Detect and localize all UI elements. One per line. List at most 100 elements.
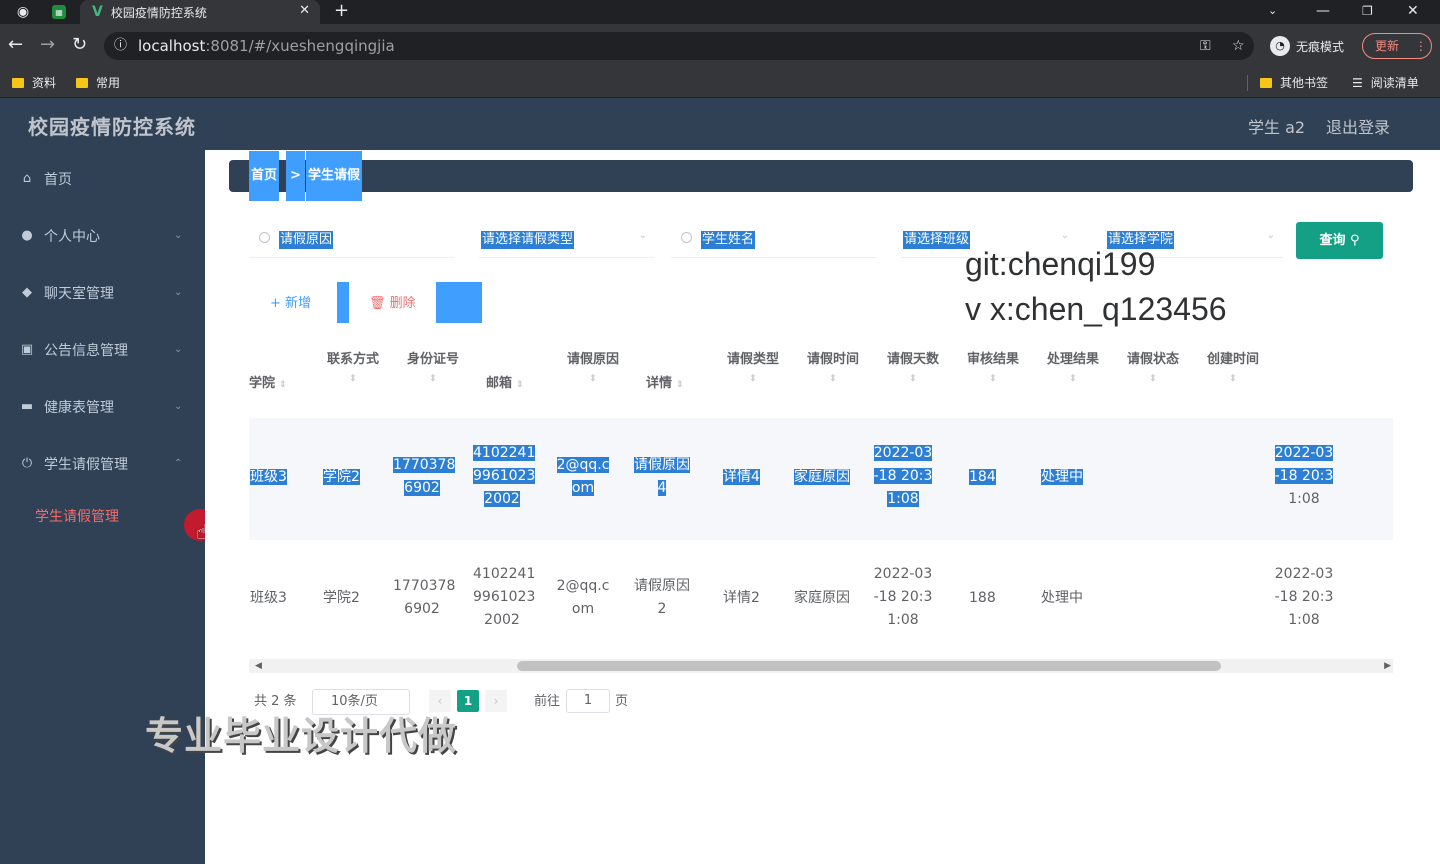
th-time[interactable]: 请假时间 ⇕ (803, 348, 863, 385)
incognito-indicator[interactable]: ◔ 无痕模式 (1270, 36, 1344, 56)
th-label: 处理结果 (1046, 352, 1099, 367)
logout-link[interactable]: 退出登录 (1326, 114, 1390, 138)
student-name-input[interactable]: 学生姓名 (671, 220, 877, 258)
th-label: 审核结果 (966, 352, 1019, 367)
cell-text: 请假原因 (634, 578, 690, 594)
sort-icon[interactable]: ⇕ (803, 373, 863, 385)
delete-button[interactable]: 🗑 删除 (369, 292, 416, 311)
update-button[interactable]: 更新 ⋮ (1362, 33, 1432, 59)
key-icon[interactable]: ⚿ (1200, 32, 1211, 60)
sidebar-item-leave[interactable]: ⏻ 学生请假管理 ⌃ (0, 435, 205, 492)
page-number-current[interactable]: 1 (457, 690, 479, 712)
sort-icon[interactable]: ⇕ (516, 380, 524, 390)
leave-type-placeholder: 请选择请假类型 (481, 231, 575, 249)
star-icon[interactable]: ☆ (1232, 32, 1245, 60)
sheet-icon[interactable]: ▦ (52, 5, 66, 19)
sidebar-subitem-leave-manage[interactable]: 学生请假管理 (0, 495, 205, 539)
th-detail[interactable]: 详情 ⇕ (646, 372, 684, 391)
sort-icon[interactable]: ⇕ (963, 373, 1023, 385)
th-idcard[interactable]: 身份证号 ⇕ (403, 348, 463, 385)
leave-type-select[interactable]: 请选择请假类型 ⌄ (479, 220, 655, 258)
globe-icon[interactable]: ◉ (14, 3, 32, 21)
forward-icon[interactable]: → (40, 34, 55, 56)
bookmark-folder[interactable]: 资料 (12, 73, 56, 93)
sort-icon[interactable]: ⇕ (1043, 373, 1103, 385)
th-status[interactable]: 请假状态 ⇕ (1123, 348, 1183, 385)
other-bookmarks[interactable]: 其他书签 (1260, 73, 1328, 93)
sort-icon[interactable]: ⇕ (563, 373, 623, 385)
cell-email: 2@qq.c om (555, 575, 611, 621)
th-audit[interactable]: 审核结果 ⇕ (963, 348, 1023, 385)
info-icon[interactable]: ⓘ (114, 32, 127, 60)
sort-icon[interactable]: ⇕ (1123, 373, 1183, 385)
th-created[interactable]: 创建时间 ⇕ (1203, 348, 1263, 385)
cell-text: 处理中 (1041, 469, 1083, 485)
cell-type: 家庭原因 (794, 590, 850, 606)
sort-icon[interactable]: ⇕ (676, 380, 684, 390)
sidebar-item-health[interactable]: ▬ 健康表管理 ⌄ (0, 378, 205, 435)
selection-block (436, 282, 482, 323)
cell-text: 2@qq.c (556, 578, 610, 594)
tab-search-icon[interactable]: ⌄ (1268, 0, 1277, 22)
th-days[interactable]: 请假天数 ⇕ (883, 348, 943, 385)
close-tab-icon[interactable]: ✕ (299, 3, 310, 18)
bookmark-divider (1247, 75, 1248, 91)
sidebar-item-label: 公告信息管理 (44, 342, 128, 359)
browser-tab[interactable]: V 校园疫情防控系统 ✕ (80, 0, 320, 24)
goto-label: 前往 (534, 694, 561, 709)
scrollbar-thumb[interactable] (517, 661, 1221, 671)
sort-icon[interactable]: ⇕ (1203, 373, 1263, 385)
reason-search-input[interactable]: 请假原因 (249, 220, 455, 258)
reading-list[interactable]: ☰ 阅读清单 (1352, 73, 1419, 93)
scroll-right-icon[interactable]: ▶ (1384, 659, 1391, 673)
cell-days: 184 (969, 466, 996, 489)
sort-icon[interactable]: ⇕ (403, 373, 463, 385)
cell-idcard: 4102241 9961023 2002 (473, 563, 535, 632)
reload-icon[interactable]: ↻ (72, 34, 87, 56)
th-phone[interactable]: 联系方式 ⇕ (323, 348, 383, 385)
th-label: 联系方式 (326, 352, 379, 367)
query-label: 查询 (1319, 233, 1346, 248)
scroll-left-icon[interactable]: ◀ (255, 659, 262, 673)
th-type[interactable]: 请假类型 ⇕ (723, 348, 783, 385)
cell-text: om (571, 480, 595, 496)
add-button[interactable]: + 新增 (270, 292, 311, 311)
cell-reason: 请假原因 4 (633, 454, 691, 500)
bookmark-folder[interactable]: 常用 (76, 73, 120, 93)
vue-logo-icon: V (92, 4, 103, 20)
page-jump-input[interactable]: 1 (566, 689, 610, 713)
query-button[interactable]: 查询 ⚲ (1296, 222, 1383, 259)
minimize-icon[interactable]: — (1316, 0, 1330, 22)
update-label: 更新 (1375, 39, 1400, 53)
th-reason[interactable]: 请假原因 ⇕ (563, 348, 623, 385)
th-label: 身份证号 (406, 352, 459, 367)
url-field[interactable]: ⓘ localhost:8081/#/xueshengqingjia ⚿ ☆ (104, 32, 1254, 60)
sort-icon[interactable]: ⇕ (883, 373, 943, 385)
sidebar-item-chat[interactable]: ◆ 聊天室管理 ⌄ (0, 264, 205, 321)
breadcrumb-home[interactable]: 首页 (249, 151, 280, 201)
sidebar-item-profile[interactable]: ● 个人中心 ⌄ (0, 207, 205, 264)
sidebar-item-home[interactable]: ⌂ 首页 (0, 150, 205, 207)
home-icon: ⌂ (22, 170, 32, 186)
th-result[interactable]: 处理结果 ⇕ (1043, 348, 1103, 385)
sort-icon[interactable]: ⇕ (279, 380, 287, 390)
bookmark-label: 资料 (32, 76, 57, 90)
th-email[interactable]: 邮箱 ⇕ (486, 372, 524, 391)
browser-tabbar: ◉ ▦ V 校园疫情防控系统 ✕ + ⌄ — ❐ ✕ (0, 0, 1440, 24)
th-label: 邮箱 (486, 376, 513, 391)
th-label: 创建时间 (1206, 352, 1259, 367)
url-path: :8081/#/xueshengqingjia (205, 37, 395, 55)
restore-icon[interactable]: ❐ (1362, 0, 1373, 22)
window-close-icon[interactable]: ✕ (1407, 0, 1419, 22)
next-page-icon[interactable]: › (485, 690, 507, 712)
sidebar-item-notice[interactable]: ▣ 公告信息管理 ⌄ (0, 321, 205, 378)
sort-icon[interactable]: ⇕ (323, 373, 383, 385)
cell-text: 2022-03 (1274, 566, 1334, 582)
back-icon[interactable]: ← (8, 34, 23, 56)
th-college[interactable]: 学院 ⇕ (249, 372, 287, 391)
add-label: 新增 (285, 296, 312, 311)
sort-icon[interactable]: ⇕ (723, 373, 783, 385)
table-horizontal-scrollbar[interactable]: ◀ ▶ (249, 659, 1393, 673)
new-tab-icon[interactable]: + (334, 0, 349, 22)
cell-text: 学院2 (323, 469, 360, 485)
